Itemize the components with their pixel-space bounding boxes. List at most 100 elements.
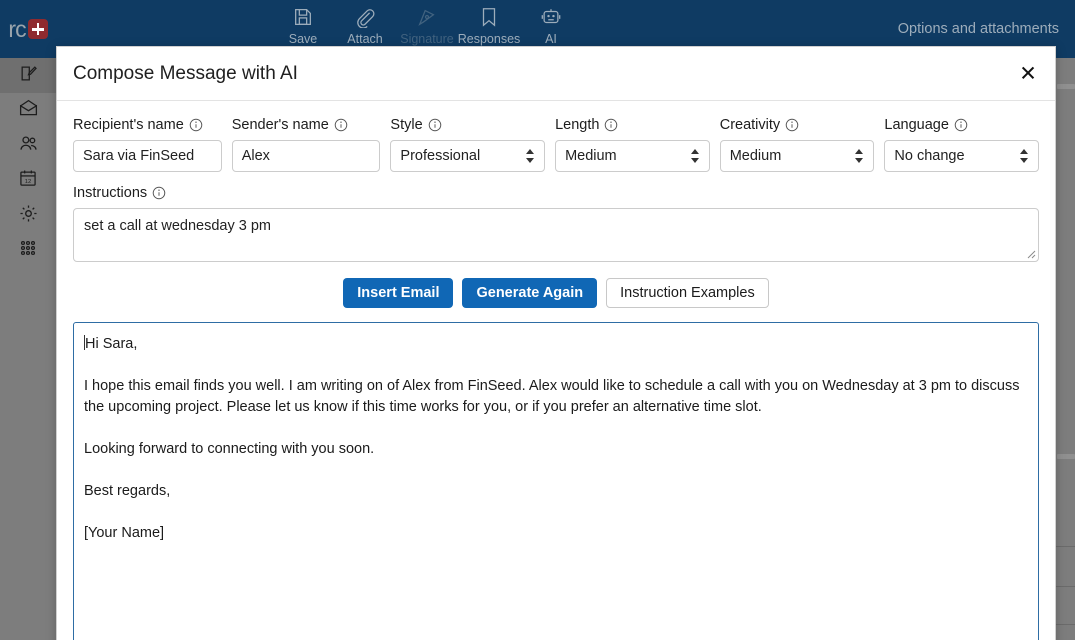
chevron-updown-icon [854,149,864,163]
close-icon[interactable]: ✕ [1017,63,1039,84]
robot-icon [540,4,562,30]
sidebar-item-apps[interactable] [0,233,56,268]
compose-pencil-icon [19,64,38,88]
style-selected-value: Professional [400,148,481,164]
people-icon [18,133,39,159]
label-recipient-row: Recipient's name [73,115,222,134]
email-paragraph: Best regards, [84,483,171,500]
insert-email-button[interactable]: Insert Email [343,278,454,308]
creativity-select[interactable]: Medium [719,140,875,172]
chevron-updown-icon [1019,149,1029,163]
info-icon[interactable] [785,118,799,132]
toolbar-item-signature[interactable]: Signature [396,4,458,46]
creativity-label: Creativity [719,116,781,133]
recipient-input[interactable]: Sara via FinSeed [73,140,222,172]
floppy-disk-icon [292,4,314,30]
toolbar-label: Responses [457,32,521,46]
length-selected-value: Medium [565,148,617,164]
toolbar-item-responses[interactable]: Responses [458,4,520,46]
background-divider [1056,586,1075,587]
plus-icon [27,19,48,39]
toolbar-label: AI [545,32,557,46]
background-placeholder [1057,84,1075,89]
sidebar-item-mail[interactable] [0,93,56,128]
generated-email-editor[interactable]: Hi Sara, I hope this email finds you wel… [73,322,1039,640]
generate-again-button[interactable]: Generate Again [462,278,598,308]
sidebar-item-compose[interactable] [0,58,56,93]
info-icon[interactable] [189,118,203,132]
options-and-attachments-link[interactable]: Options and attachments [898,21,1059,37]
info-icon[interactable] [604,118,618,132]
action-buttons: Insert Email Generate Again Instruction … [73,278,1039,308]
bookmark-icon [478,4,500,30]
info-icon[interactable] [954,118,968,132]
style-select[interactable]: Professional [390,140,546,172]
field-recipient: Recipient's name Sara via FinSeed [73,115,222,172]
label-sender-row: Sender's name [232,115,381,134]
app-root: rc Save Attach Signature Responses AI Op… [0,0,1075,640]
background-divider [1056,624,1075,625]
background-placeholder [1057,454,1075,459]
toolbar-item-attach[interactable]: Attach [334,4,396,46]
instructions-textarea[interactable]: set a call at wednesday 3 pm [73,208,1039,262]
toolbar-label: Save [288,32,318,46]
dialog-header: Compose Message with AI ✕ [57,47,1055,101]
creativity-selected-value: Medium [729,148,782,164]
email-paragraph: Looking forward to connecting with you s… [84,441,375,458]
field-length: Length Medium [555,115,710,172]
sender-input[interactable]: Alex [231,140,381,172]
toolbar-item-save[interactable]: Save [272,4,334,46]
compose-ai-dialog: Compose Message with AI ✕ Recipient's na… [56,46,1056,640]
toolbar-item-ai[interactable]: AI [520,4,582,46]
app-sidebar: 12 [0,58,56,640]
gear-icon [18,203,39,229]
length-select[interactable]: Medium [555,140,710,172]
svg-text:12: 12 [25,179,31,185]
toolbar-label: Attach [347,32,383,46]
info-icon[interactable] [334,118,348,132]
email-paragraph: Hi Sara, [84,334,1028,355]
sidebar-item-settings[interactable] [0,198,56,233]
label-length-row: Length [555,115,710,134]
instructions-value: set a call at wednesday 3 pm [84,218,271,234]
dialog-body: Recipient's name Sara via FinSeed Sender… [57,101,1055,640]
chevron-updown-icon [690,149,700,163]
calendar-12-icon: 12 [18,168,38,193]
label-language-row: Language [884,115,1039,134]
background-divider [1056,546,1075,547]
field-style: Style Professional [390,115,546,172]
sidebar-item-contacts[interactable] [0,128,56,163]
length-label: Length [555,116,600,133]
email-greeting: Hi Sara, [85,336,138,352]
style-label: Style [390,116,423,133]
field-creativity: Creativity Medium [719,115,875,172]
language-label: Language [884,116,949,133]
dialog-title: Compose Message with AI [73,62,298,84]
resize-handle-icon[interactable] [1024,247,1036,259]
email-paragraph: [Your Name] [84,525,165,542]
envelope-icon [18,98,39,124]
sidebar-item-calendar[interactable]: 12 [0,163,56,198]
label-creativity-row: Creativity [720,115,875,134]
logo-text: rc [8,15,26,42]
info-icon[interactable] [152,186,166,200]
app-logo: rc [0,0,56,58]
label-style-row: Style [390,115,545,134]
toolbar-label: Signature [400,32,454,46]
pen-nib-icon [416,4,438,30]
language-selected-value: No change [894,148,965,164]
compose-toolbar: Save Attach Signature Responses AI [272,0,582,46]
instruction-examples-button[interactable]: Instruction Examples [606,278,769,308]
paperclip-icon [354,4,376,30]
label-instructions-row: Instructions [73,183,1039,202]
recipient-label: Recipient's name [73,116,184,133]
field-sender: Sender's name Alex [231,115,381,172]
app-grid-icon [18,238,38,263]
email-paragraph: I hope this email finds you well. I am w… [84,378,1020,416]
info-icon[interactable] [428,118,442,132]
field-language: Language No change [884,115,1040,172]
instructions-label: Instructions [73,184,148,201]
ai-options-row: Recipient's name Sara via FinSeed Sender… [73,115,1040,172]
language-select[interactable]: No change [884,140,1040,172]
sender-label: Sender's name [231,116,329,133]
